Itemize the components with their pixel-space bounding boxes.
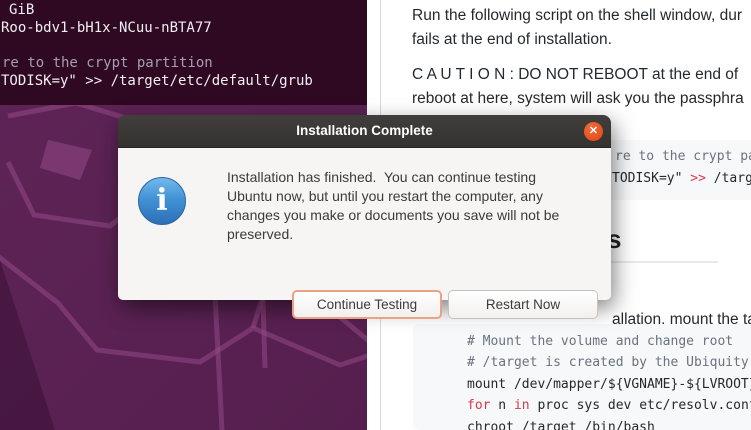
screen: GiB Roo-bdv1-bH1x-NCuu-nBTA77 re to the … [0, 0, 751, 430]
code-line: # /target is created by the Ubiquity ins… [467, 355, 751, 370]
code-line: re to the crypt pa [615, 149, 751, 164]
installation-complete-dialog: Installation Complete ✕ i Installation h… [118, 115, 611, 300]
code-block: # Mount the volume and change root # /ta… [413, 324, 751, 430]
dialog-message: Installation has finished. You can conti… [227, 169, 536, 185]
terminal-line: Roo-bdv1-bH1x-NCuu-nBTA77 [1, 20, 212, 36]
close-icon[interactable]: ✕ [584, 122, 603, 141]
continue-testing-button[interactable]: Continue Testing [292, 290, 442, 319]
terminal-window[interactable]: GiB Roo-bdv1-bH1x-NCuu-nBTA77 re to the … [0, 0, 367, 105]
doc-paragraph: Run the following script on the shell wi… [412, 4, 742, 28]
code-line: # Mount the volume and change root [467, 334, 733, 349]
code-line: for n in proc sys dev etc/resolv.conf; d… [467, 398, 751, 413]
info-icon: i [138, 177, 186, 225]
doc-paragraph: fails at the end of installation. [412, 28, 612, 52]
dialog-message: changes you make or documents you save w… [227, 207, 559, 223]
code-line: TODISK=y" >> /targ [612, 171, 751, 186]
dialog-message: Ubuntu now, but until you restart the co… [227, 188, 543, 204]
terminal-line: GiB [9, 2, 34, 18]
terminal-line: re to the crypt partition [2, 55, 213, 71]
code-line: chroot /target /bin/bash [467, 420, 655, 430]
restart-now-button[interactable]: Restart Now [448, 290, 598, 319]
dialog-message: preserved. [227, 226, 293, 242]
dialog-title: Installation Complete [118, 123, 611, 138]
dialog-titlebar[interactable]: Installation Complete ✕ [118, 115, 611, 148]
dialog-body: i Installation has finished. You can con… [118, 148, 611, 300]
doc-paragraph: reboot at here, system will ask you the … [412, 87, 744, 111]
doc-paragraph: C A U T I O N : DO NOT REBOOT at the end… [412, 63, 738, 87]
terminal-line: TODISK=y" >> /target/etc/default/grub [1, 73, 313, 89]
code-line: mount /dev/mapper/${VGNAME}-${LVROOT} /t… [467, 377, 751, 392]
